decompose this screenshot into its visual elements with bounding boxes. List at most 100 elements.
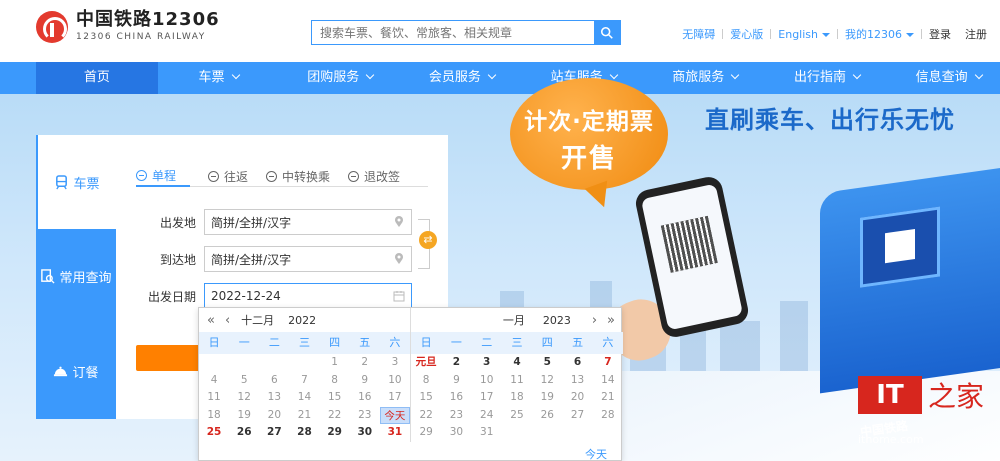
language-dropdown[interactable]: English (771, 28, 837, 41)
calendar-day[interactable]: 5 (532, 354, 562, 372)
calendar-day[interactable]: 7 (289, 372, 319, 390)
today-link[interactable]: 今天 (585, 446, 607, 461)
weekday-label: 二 (268, 336, 280, 349)
calendar-day[interactable]: 元旦 (411, 354, 441, 372)
watermark-url: ithome.com (858, 433, 924, 446)
tab-round-trip[interactable]: 往返 (208, 165, 248, 187)
calendar-day[interactable]: 11 (502, 372, 532, 390)
next-month-button[interactable]: › (592, 313, 597, 328)
calendar-day[interactable]: 24 (472, 407, 502, 425)
weekday-header: 日一二三四五六 (411, 332, 623, 354)
calendar-day[interactable]: 14 (593, 372, 623, 390)
calendar-day[interactable]: 20 (562, 389, 592, 407)
calendar-day[interactable]: 21 (593, 389, 623, 407)
calendar-day[interactable]: 9 (441, 372, 471, 390)
my12306-dropdown[interactable]: 我的12306 (838, 26, 921, 42)
nav-business-service[interactable]: 商旅服务 (644, 62, 766, 94)
calendar-day[interactable]: 3 (380, 354, 410, 372)
calendar-day[interactable]: 11 (199, 389, 229, 407)
calendar-day[interactable]: 23 (441, 407, 471, 425)
calendar-day[interactable]: 3 (472, 354, 502, 372)
login-link[interactable]: 登录 (922, 26, 958, 42)
from-station-input[interactable]: 简拼/全拼/汉字 (204, 209, 412, 235)
calendar-day[interactable]: 2 (350, 354, 380, 372)
calendar-day[interactable]: 27 (562, 407, 592, 425)
calendar-day[interactable]: 19 (229, 407, 259, 425)
calendar-day[interactable]: 17 (472, 389, 502, 407)
nav-group-service[interactable]: 团购服务 (279, 62, 401, 94)
calendar-day[interactable]: 7 (593, 354, 623, 372)
calendar-day[interactable]: 2 (441, 354, 471, 372)
weekday-label: 日 (420, 336, 432, 349)
calendar-day[interactable]: 4 (502, 354, 532, 372)
calendar-day[interactable]: 25 (502, 407, 532, 425)
accessibility-link[interactable]: 无障碍 (675, 26, 722, 42)
calendar-day[interactable]: 22 (320, 407, 350, 425)
calendar-day[interactable]: 15 (320, 389, 350, 407)
nav-travel-guide[interactable]: 出行指南 (766, 62, 888, 94)
calendar-day[interactable]: 13 (259, 389, 289, 407)
calendar-day[interactable]: 10 (380, 372, 410, 390)
calendar-day[interactable]: 31 (472, 424, 502, 442)
calendar-day[interactable]: 6 (259, 372, 289, 390)
calendar-day[interactable]: 16 (441, 389, 471, 407)
calendar-day[interactable]: 28 (593, 407, 623, 425)
calendar-day[interactable]: 4 (199, 372, 229, 390)
prev-year-button[interactable]: « (207, 313, 215, 328)
calendar-day[interactable]: 15 (411, 389, 441, 407)
calendar-day[interactable]: 17 (380, 389, 410, 407)
calendar-day[interactable]: 28 (289, 424, 319, 442)
nav-info-query[interactable]: 信息查询 (888, 62, 1000, 94)
calendar-day[interactable]: 5 (229, 372, 259, 390)
to-station-input[interactable]: 简拼/全拼/汉字 (204, 246, 412, 272)
calendar-day[interactable]: 12 (532, 372, 562, 390)
calendar-day[interactable]: 20 (259, 407, 289, 425)
nav-home[interactable]: 首页 (36, 62, 158, 94)
calendar-day[interactable]: 今天 (379, 406, 410, 424)
calendar-day[interactable]: 30 (350, 424, 380, 442)
calendar-day[interactable]: 14 (289, 389, 319, 407)
side-tab-query[interactable]: 常用查询 (36, 229, 116, 323)
calendar-day[interactable]: 18 (199, 407, 229, 425)
weekday-label: 一 (238, 336, 250, 349)
calendar-day[interactable]: 22 (411, 407, 441, 425)
calendar-day[interactable]: 25 (199, 424, 229, 442)
calendar-day[interactable]: 26 (229, 424, 259, 442)
prev-month-button[interactable]: ‹ (225, 313, 230, 328)
calendar-day[interactable]: 29 (411, 424, 441, 442)
calendar-day[interactable]: 1 (320, 354, 350, 372)
calendar-day[interactable]: 27 (259, 424, 289, 442)
tab-transfer[interactable]: 中转换乘 (266, 165, 330, 187)
calendar-day[interactable]: 29 (320, 424, 350, 442)
logo[interactable]: 中国铁路12306 12306 CHINA RAILWAY (36, 10, 220, 44)
register-link[interactable]: 注册 (958, 26, 994, 42)
calendar-day[interactable]: 10 (472, 372, 502, 390)
calendar-day[interactable]: 9 (350, 372, 380, 390)
tab-refund-change[interactable]: 退改签 (348, 165, 400, 187)
side-tab-meal[interactable]: 订餐 (36, 323, 116, 419)
calendar-day[interactable]: 30 (441, 424, 471, 442)
query-button[interactable] (136, 345, 202, 371)
nav-tickets[interactable]: 车票 (158, 62, 280, 94)
calendar-day[interactable]: 23 (350, 407, 380, 425)
calendar-day[interactable]: 21 (289, 407, 319, 425)
nav-member-service[interactable]: 会员服务 (401, 62, 523, 94)
calendar-day[interactable]: 26 (532, 407, 562, 425)
care-version-link[interactable]: 爱心版 (723, 26, 770, 42)
calendar-day[interactable]: 6 (562, 354, 592, 372)
calendar-day[interactable]: 8 (320, 372, 350, 390)
calendar-day[interactable]: 31 (380, 424, 410, 442)
calendar-day[interactable]: 16 (350, 389, 380, 407)
calendar-day[interactable]: 13 (562, 372, 592, 390)
calendar-day[interactable]: 12 (229, 389, 259, 407)
calendar-day[interactable]: 19 (532, 389, 562, 407)
side-tab-ticket[interactable]: 车票 (36, 135, 116, 229)
swap-stations-button[interactable]: ⇄ (419, 231, 437, 249)
search-button[interactable] (594, 21, 620, 44)
calendar-day[interactable]: 18 (502, 389, 532, 407)
search-input[interactable] (312, 21, 594, 44)
tab-one-way[interactable]: 单程 (136, 165, 191, 187)
calendar-day[interactable]: 8 (411, 372, 441, 390)
next-year-button[interactable]: » (607, 313, 615, 328)
departure-date-input[interactable]: 2022-12-24 (204, 283, 412, 309)
